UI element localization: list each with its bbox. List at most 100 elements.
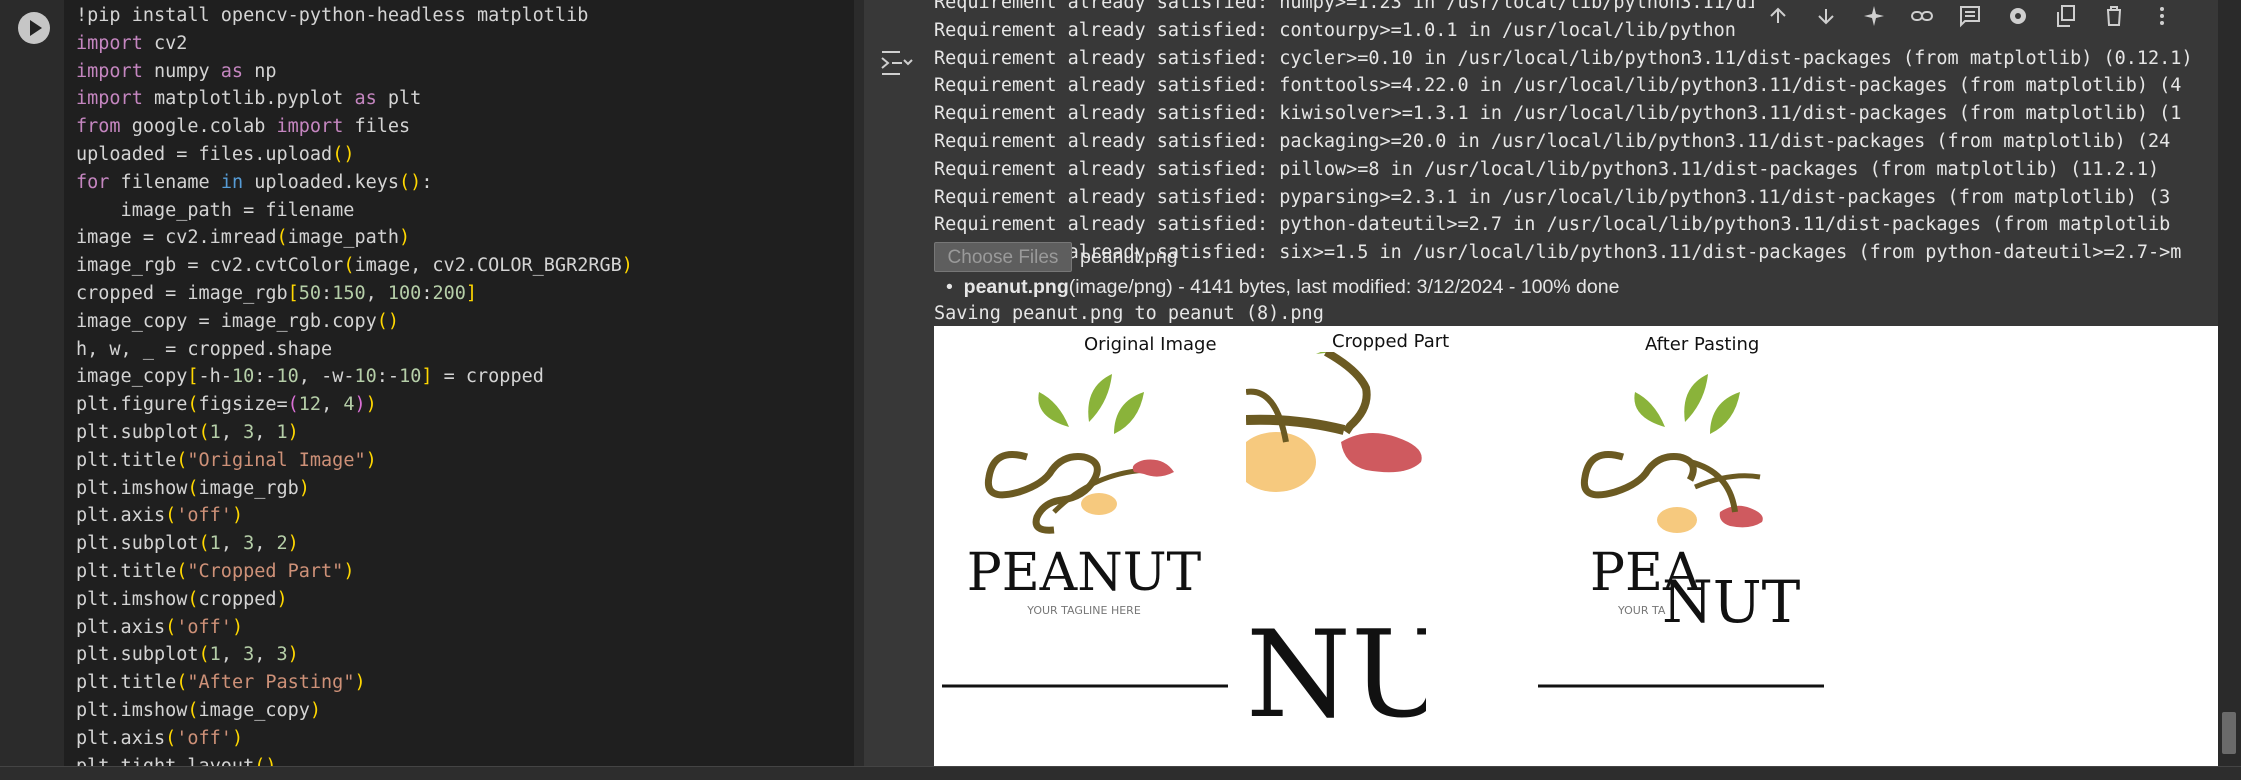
code-token: image_copy [76, 366, 188, 388]
code-line: h, w, _ = cropped.shape [76, 336, 332, 363]
code-line: plt.title("Original Image") [76, 447, 377, 474]
code-scrollbar[interactable] [854, 0, 864, 766]
cell-toolbar [1754, 0, 2214, 32]
code-token: 10 [399, 366, 422, 388]
code-token: : [321, 283, 333, 304]
code-line: plt.imshow(image_copy) [76, 697, 321, 724]
pip-output-line: Requirement already satisfied: fonttools… [934, 75, 2182, 97]
code-token: import [76, 60, 143, 82]
code-line: plt.imshow(image_rgb) [76, 475, 310, 502]
code-token: cv2 [142, 32, 188, 54]
pip-output-line: Requirement already satisfied: pillow>=8… [934, 158, 2160, 180]
trash-icon[interactable] [2090, 0, 2138, 32]
code-token: "Cropped Part" [187, 561, 344, 582]
code-token: ( [187, 588, 199, 610]
code-token: plt.title [76, 561, 177, 582]
code-token: , [254, 533, 277, 555]
code-token: , [220, 422, 244, 443]
code-token: ) [276, 588, 288, 610]
code-token: plt [376, 88, 422, 110]
code-token: ) [365, 394, 377, 416]
code-token: plt.axis [76, 616, 166, 638]
uploaded-file-info: • peanut.png(image/png) - 4141 bytes, la… [946, 276, 1620, 298]
code-token: 10 [276, 366, 299, 388]
code-token: , [220, 644, 244, 666]
code-token: figsize= [198, 394, 288, 416]
code-token: plt.figure [76, 394, 188, 416]
code-token: numpy [142, 60, 221, 82]
code-token: ) [309, 700, 322, 721]
code-token: 'off' [176, 727, 232, 749]
code-token: 10 [354, 366, 377, 388]
code-token: , [254, 644, 277, 666]
code-token: ( [187, 700, 199, 721]
code-token: h, w, _ = cropped.shape [76, 338, 333, 360]
cropped-image: NUT [1246, 352, 1426, 745]
comment-icon[interactable] [1946, 0, 1994, 32]
play-icon [30, 20, 42, 36]
code-line: plt.tight_layout() [76, 753, 277, 766]
code-token: :- [376, 366, 400, 388]
code-line: plt.axis('off') [76, 614, 243, 641]
arrow-up-icon[interactable] [1754, 0, 1802, 32]
pasted-image: PEA YOUR TA NUT [1538, 374, 1824, 688]
output-scrollbar[interactable] [2218, 0, 2241, 766]
code-token: ( [198, 533, 210, 555]
link-icon[interactable] [1898, 0, 1946, 32]
code-token: = cropped [432, 366, 544, 388]
code-token: image_rgb [198, 477, 299, 499]
output-toggle-icon[interactable] [880, 48, 914, 78]
code-line: image_copy[-h-10:-10, -w-10:-10] = cropp… [76, 363, 544, 390]
pip-output-line: Requirement already satisfied: kiwisolve… [934, 103, 2182, 125]
code-token: plt.subplot [76, 422, 199, 443]
code-token: 'off' [176, 505, 232, 527]
code-line: image_rgb = cv2.cvtColor(image, cv2.COLO… [76, 252, 633, 279]
sparkle-icon[interactable] [1850, 0, 1898, 32]
cropped-text: NUT [1246, 606, 1426, 745]
copy-output-icon[interactable] [2042, 0, 2090, 32]
code-editor[interactable]: !pip install opencv-python-headless matp… [64, 0, 854, 766]
code-token: image_path [287, 227, 400, 249]
gear-icon[interactable] [1994, 0, 2042, 32]
code-token: as [354, 88, 377, 110]
code-token: ( [187, 477, 199, 499]
pip-output-line: Requirement already satisfied: cycler>=0… [934, 47, 2193, 69]
code-token: image_path = filename [76, 199, 355, 221]
code-token: :- [254, 366, 277, 388]
code-line: cropped = image_rgb[50:150, 100:200] [76, 280, 477, 307]
code-token: files [343, 116, 411, 138]
code-line: for filename in uploaded.keys(): [76, 169, 432, 196]
code-token: matplotlib.pyplot [142, 88, 355, 110]
output-scrollbar-thumb[interactable] [2222, 712, 2236, 754]
code-token: -h- [198, 366, 232, 388]
code-token: np [243, 60, 277, 82]
code-token: ( [165, 505, 177, 527]
code-token: cropped [198, 588, 277, 610]
code-token: ( [176, 672, 188, 694]
pip-output-line: Requirement already satisfied: contourpy… [934, 19, 1736, 41]
run-cell-button[interactable] [18, 12, 50, 44]
code-token: ) [287, 422, 299, 443]
horizontal-scrollbar[interactable] [0, 766, 2241, 780]
peanut-logo-graphic [984, 374, 1174, 534]
code-token: plt.subplot [76, 644, 199, 666]
code-line: !pip install opencv-python-headless matp… [76, 2, 588, 29]
code-token: for [76, 171, 110, 193]
code-token: ( [165, 616, 177, 638]
code-token: from [76, 116, 121, 138]
more-vert-icon[interactable] [2138, 0, 2186, 32]
saving-message: Saving peanut.png to peanut (8).png [934, 303, 1324, 324]
code-token: ( [176, 449, 188, 471]
pasted-tagline: YOUR TA [1617, 604, 1666, 617]
code-line: plt.subplot(1, 3, 1) [76, 419, 299, 446]
code-token: image_copy [198, 700, 310, 721]
code-line: plt.subplot(1, 3, 3) [76, 641, 299, 668]
cell-gutter [0, 0, 64, 766]
code-line: import matplotlib.pyplot as plt [76, 85, 421, 112]
choose-files-button[interactable]: Choose Files [934, 242, 1072, 272]
code-token: , -w- [298, 366, 355, 388]
original-image: PEANUT YOUR TAGLINE HERE [942, 374, 1228, 688]
arrow-down-icon[interactable] [1802, 0, 1850, 32]
code-line: plt.axis('off') [76, 725, 243, 752]
uploaded-file-details: (image/png) - 4141 bytes, last modified:… [1068, 276, 1620, 298]
